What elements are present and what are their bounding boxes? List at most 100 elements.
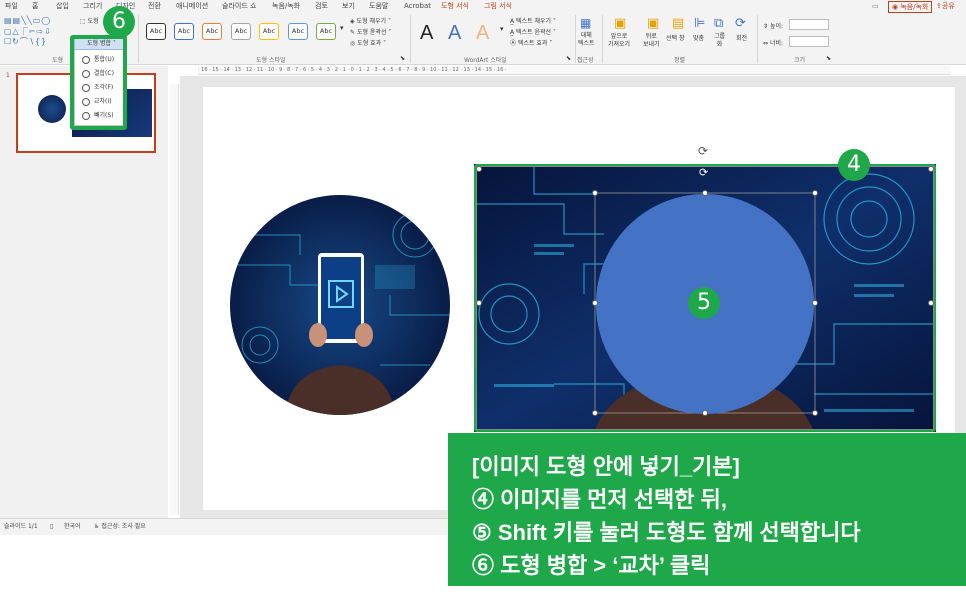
callout-step-4: ④ 이미지를 먼저 선택한 뒤, xyxy=(472,487,727,512)
wordart-expand-icon[interactable]: ▾ xyxy=(500,25,504,33)
bring-forward-button[interactable]: 앞으로 가져오기 xyxy=(608,33,630,49)
share-button[interactable]: ⇪공유 xyxy=(936,0,955,13)
text-effects-button[interactable]: Ⓐ 텍스트 효과 ˅ xyxy=(510,38,552,47)
tab-animations[interactable]: 애니메이션 xyxy=(176,0,208,13)
resize-handle[interactable] xyxy=(812,300,818,306)
group-icon: ⧉ xyxy=(714,16,724,31)
style-abc-6[interactable]: Abc xyxy=(288,23,308,40)
effects-icon: ◎ xyxy=(350,40,356,47)
shape-styles-label: 도형 스타일 xyxy=(256,57,286,64)
pen-icon: ✎ xyxy=(350,29,356,36)
resize-handle[interactable] xyxy=(812,410,818,416)
step-badge-5: 5 xyxy=(688,287,720,319)
share-label: 공유 xyxy=(941,2,955,10)
alt-text-button[interactable]: 대체 텍스트 xyxy=(578,32,595,48)
tab-file[interactable]: 파일 xyxy=(5,0,18,13)
selection-pane-button[interactable]: 선택 창 xyxy=(666,33,684,42)
style-abc-1[interactable]: Abc xyxy=(146,23,166,40)
style-abc-7[interactable]: Abc xyxy=(316,23,336,40)
resize-handle[interactable] xyxy=(592,410,598,416)
tab-record[interactable]: 녹음/녹화 xyxy=(272,0,300,13)
divider xyxy=(138,15,139,63)
dialog-launcher-icon[interactable]: ⬊ xyxy=(826,55,831,62)
tab-acrobat[interactable]: Acrobat xyxy=(404,0,431,13)
comment-icon[interactable]: ▭ xyxy=(872,0,879,13)
resize-handle[interactable] xyxy=(812,190,818,196)
resize-handle[interactable] xyxy=(476,300,482,306)
width-label: ⇔ 너비: xyxy=(763,40,784,47)
divider xyxy=(410,15,411,63)
shape-fill-button[interactable]: ◈ 도형 채우기 ˅ xyxy=(350,16,391,25)
rotate-button[interactable]: 회전 xyxy=(736,33,747,42)
style-abc-4[interactable]: Abc xyxy=(231,23,251,40)
group-button[interactable]: 그룹 화 xyxy=(714,33,725,49)
shape-effects-button[interactable]: ◎ 도형 효과 ˅ xyxy=(350,38,386,47)
ribbon: ▤▤╲╲▭◯ ▢△⎾⌐⇨⇩ ☐↻⌒∖{} 도형 ⬚ 도형 Abc Abc Abc… xyxy=(0,13,966,65)
selection-pane-icon: ▤ xyxy=(672,16,685,31)
width-icon: ⇔ xyxy=(763,40,769,47)
tab-shape-format[interactable]: 도형 서식 xyxy=(441,0,469,14)
wordart-style-1[interactable]: A xyxy=(420,22,433,45)
edit-shape-button[interactable]: ⬚ 도형 xyxy=(80,16,99,25)
wordart-style-2[interactable]: A xyxy=(448,22,461,45)
shapes-gallery-row-3[interactable]: ☐↻⌒∖{} xyxy=(4,36,47,47)
text-fill-button[interactable]: A̲ 텍스트 채우기 ˅ xyxy=(510,16,556,25)
resize-handle[interactable] xyxy=(702,190,708,196)
resize-handle[interactable] xyxy=(928,166,934,172)
size-label: 크기 xyxy=(794,57,806,64)
width-input[interactable] xyxy=(789,36,829,47)
text-effects-icon: Ⓐ xyxy=(510,40,517,47)
alt-text-icon: ▦ xyxy=(580,16,592,30)
slide-count: 슬라이드 1/1 xyxy=(4,523,38,530)
style-abc-5[interactable]: Abc xyxy=(259,23,279,40)
tab-draw[interactable]: 그리기 xyxy=(83,0,102,13)
style-abc-2[interactable]: Abc xyxy=(174,23,194,40)
send-backward-button[interactable]: 뒤로 보내기 xyxy=(643,33,660,49)
send-backward-icon: ▣ xyxy=(647,16,660,31)
callout-title: [이미지 도형 안에 넣기_기본] xyxy=(472,454,740,479)
height-icon: ⇕ xyxy=(763,23,769,30)
tab-slideshow[interactable]: 슬라이드 쇼 xyxy=(222,0,256,13)
callout-step-5: ⑤ Shift 키를 눌러 도형도 함께 선택합니다 xyxy=(472,520,861,545)
resize-handle[interactable] xyxy=(592,190,598,196)
wordart-style-3[interactable]: A xyxy=(476,22,489,45)
slide-number: 1 xyxy=(6,72,10,79)
rotate-handle-icon[interactable]: ⟳ xyxy=(699,166,708,179)
tab-picture-format[interactable]: 그림 서식 xyxy=(484,0,512,13)
shapes-group-label: 도형 xyxy=(52,57,64,64)
gallery-expand-icon[interactable]: ▾ xyxy=(340,24,344,32)
tab-help[interactable]: 도움말 xyxy=(369,0,388,13)
shape-outline-button[interactable]: ✎ 도형 윤곽선 ˅ xyxy=(350,27,391,36)
style-abc-3[interactable]: Abc xyxy=(202,23,222,40)
circle-cropped-image[interactable] xyxy=(230,195,450,415)
text-outline-button[interactable]: A̲ 텍스트 윤곽선 ˅ xyxy=(510,27,556,36)
resize-handle[interactable] xyxy=(476,166,482,172)
tab-home[interactable]: 홈 xyxy=(32,0,38,13)
resize-handle[interactable] xyxy=(928,300,934,306)
text-fill-icon: A̲ xyxy=(510,18,515,25)
tab-transitions[interactable]: 전환 xyxy=(148,0,161,13)
tab-review[interactable]: 검토 xyxy=(315,0,328,13)
spellcheck-icon[interactable]: ▯ xyxy=(50,519,53,535)
shapes-gallery-row-1[interactable]: ▤▤╲╲▭◯ xyxy=(4,16,51,25)
instruction-callout: [이미지 도형 안에 넣기_기본] ④ 이미지를 먼저 선택한 뒤, ⑤ Shi… xyxy=(448,433,966,586)
dialog-launcher-icon[interactable]: ⬊ xyxy=(566,55,571,62)
thumb-circle-image xyxy=(38,95,66,123)
record-button[interactable]: ◉ 녹음/녹화 xyxy=(888,1,933,13)
tab-insert[interactable]: 삽입 xyxy=(56,0,69,13)
paint-bucket-icon: ◈ xyxy=(350,18,355,25)
rotate-handle-icon[interactable]: ⟳ xyxy=(698,144,708,158)
align-button[interactable]: 맞춤 xyxy=(693,33,704,42)
resize-handle[interactable] xyxy=(702,410,708,416)
accessibility-status[interactable]: ♿ 접근성: 조사 필요 xyxy=(94,519,146,535)
text-outline-icon: A̲ xyxy=(510,29,515,36)
arrange-label: 정렬 xyxy=(674,57,686,64)
language-status[interactable]: 한국어 xyxy=(64,519,81,535)
resize-handle[interactable] xyxy=(592,300,598,306)
divider xyxy=(757,15,758,63)
height-input[interactable] xyxy=(789,19,829,30)
tab-view[interactable]: 보기 xyxy=(342,0,355,13)
divider xyxy=(602,15,603,63)
dialog-launcher-icon[interactable]: ⬊ xyxy=(400,55,405,62)
step-badge-4: 4 xyxy=(838,149,870,181)
